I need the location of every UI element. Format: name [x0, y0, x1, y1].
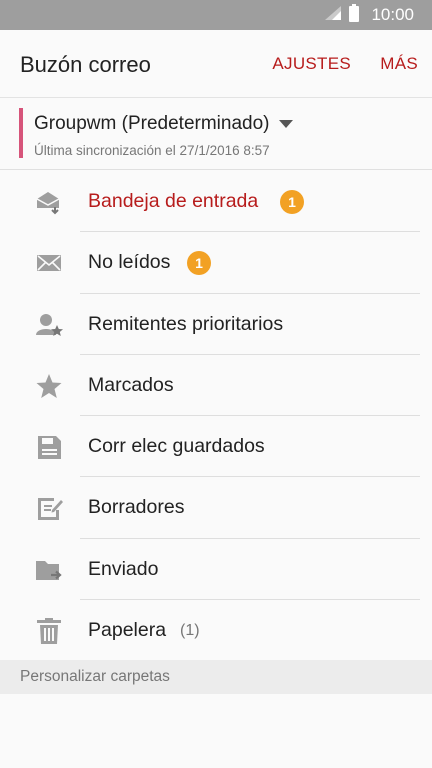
folder-item-unread[interactable]: No leídos 1 [0, 232, 432, 294]
folder-label: Remitentes prioritarios [88, 312, 284, 335]
status-bar: 10:00 [0, 0, 432, 30]
folder-item-inbox[interactable]: Bandeja de entrada 1 [0, 171, 432, 233]
folder-item-flagged[interactable]: Marcados [0, 355, 432, 417]
inbox-icon [34, 188, 64, 216]
folder-list: Bandeja de entrada 1 No leídos 1 Remiten… [0, 171, 432, 661]
folder-label: No leídos [88, 251, 171, 274]
dropdown-arrow-icon[interactable] [279, 120, 294, 128]
unread-badge: 1 [280, 190, 304, 214]
unread-badge: 1 [187, 251, 211, 276]
folder-item-priority-senders[interactable]: Remitentes prioritarios [0, 294, 432, 355]
account-color-marker [19, 108, 23, 158]
save-icon [34, 433, 64, 461]
folder-item-saved-emails[interactable]: Corr elec guardados [0, 416, 432, 478]
settings-button[interactable]: AJUSTES [272, 54, 351, 74]
customize-folders-header[interactable]: Personalizar carpetas [0, 660, 432, 694]
folder-label: Bandeja de entrada [88, 190, 259, 212]
folder-item-drafts[interactable]: Borradores [0, 477, 432, 539]
page-title: Buzón correo [20, 52, 151, 77]
folder-label: Corr elec guardados [88, 435, 265, 458]
folder-label: Marcados [88, 373, 174, 396]
star-icon [34, 372, 64, 400]
trash-icon [34, 617, 64, 645]
folder-item-trash[interactable]: Papelera (1) [0, 600, 432, 661]
account-selector[interactable]: Groupwm (Predeterminado) Última sincroni… [0, 98, 432, 170]
drafts-icon [34, 494, 64, 522]
last-sync-text: Última sincronización el 27/1/2016 8:57 [34, 143, 270, 158]
more-button[interactable]: MÁS [380, 54, 418, 74]
folder-label: Papelera [88, 619, 167, 642]
signal-icon [325, 5, 342, 25]
account-name: Groupwm (Predeterminado) [34, 113, 294, 135]
folder-item-sent[interactable]: Enviado [0, 539, 432, 601]
account-name-label: Groupwm (Predeterminado) [34, 113, 270, 134]
folder-label: Enviado [88, 557, 159, 580]
folder-label: Borradores [88, 496, 185, 519]
battery-icon [349, 3, 360, 27]
clock: 10:00 [371, 5, 414, 24]
section-header-label: Personalizar carpetas [20, 668, 170, 685]
sent-folder-icon [34, 556, 64, 584]
app-bar: Buzón correo AJUSTES MÁS [0, 30, 432, 98]
priority-sender-icon [34, 311, 64, 339]
envelope-icon [34, 249, 64, 277]
item-count: (1) [180, 622, 200, 640]
